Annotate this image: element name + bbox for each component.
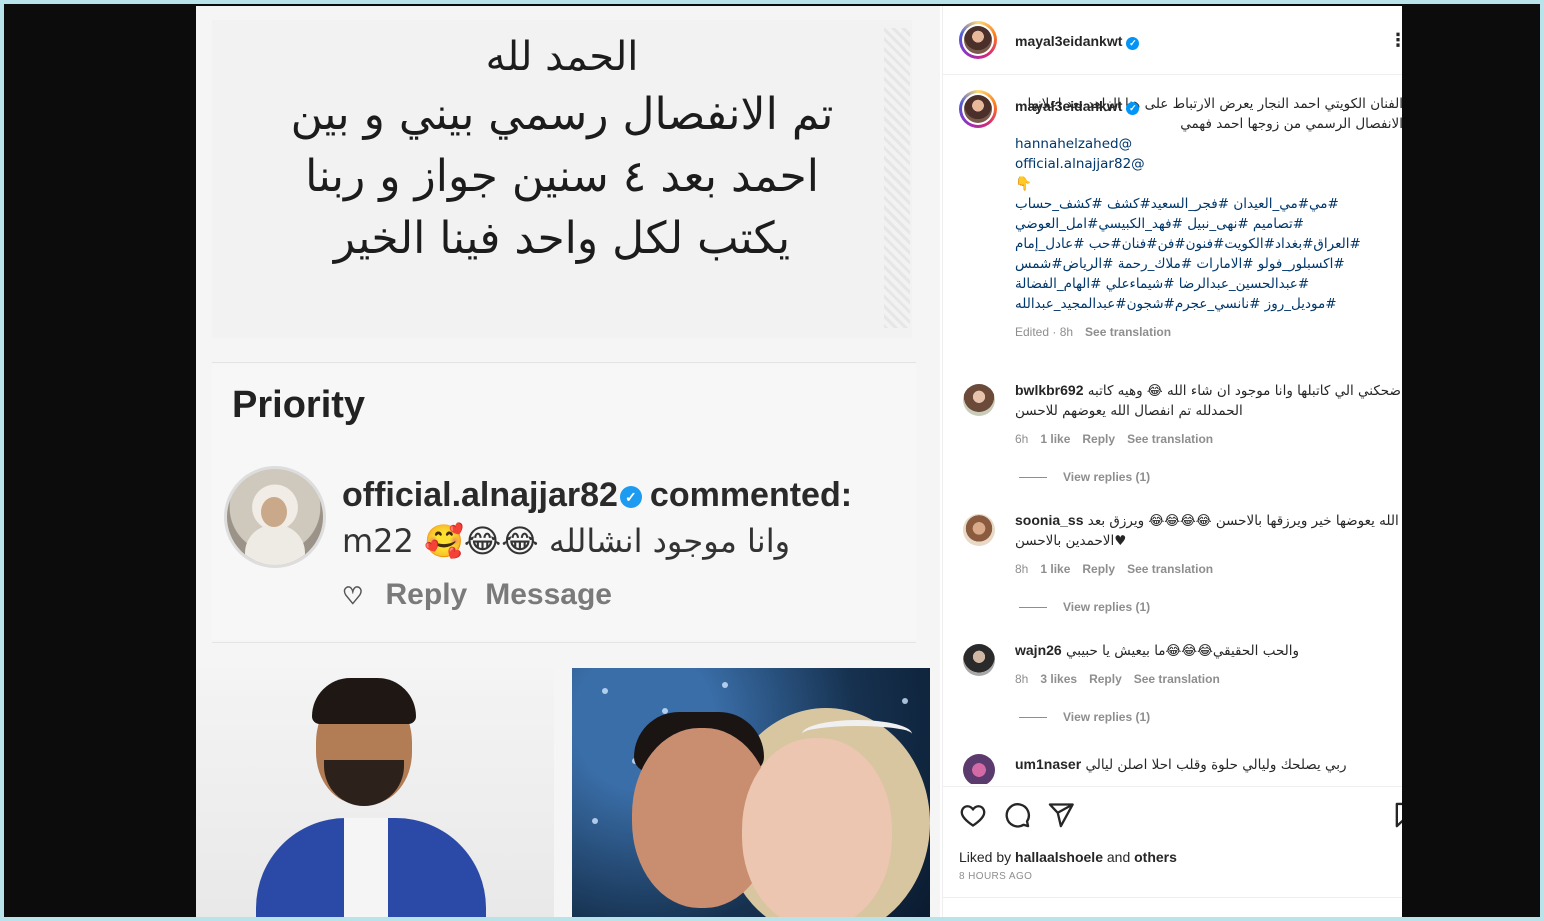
comment-time: 8h [1015, 562, 1029, 576]
comment-see-translation[interactable]: See translation [1127, 432, 1213, 446]
comment-meta: 8h 3 likes Reply See translation [1015, 672, 1232, 686]
comment-reply-button[interactable]: Reply [1082, 562, 1115, 576]
caption-meta: Edited · 8h See translation [1015, 322, 1402, 342]
comment-text: ربي يصلحك وليالي حلوة وقلب احلا اصلن ليا… [1085, 757, 1347, 773]
caption-username[interactable]: mayal3eidankwt ✓ [1015, 96, 1140, 116]
view-replies-button[interactable]: View replies (1) [1019, 600, 1150, 614]
comment-likes[interactable]: 1 like [1040, 562, 1070, 576]
comment-likes[interactable]: 3 likes [1040, 672, 1077, 686]
photo-man-blue-jacket [196, 668, 554, 917]
comment-body: wajn26 والحب الحقيقي😂😂😂ما بيعيش يا حبيبي [1015, 640, 1402, 661]
edited-time: Edited · 8h [1015, 325, 1074, 339]
comment-text: والحب الحقيقي😂😂😂ما بيعيش يا حبيبي [1066, 643, 1300, 659]
mention-official-alnajjar82[interactable]: official.alnajjar82@ [1015, 154, 1402, 174]
announcement-text-card: الحمد لله تم الانفصال رسمي بيني و بين اح… [212, 20, 912, 338]
comment-reply-button[interactable]: Reply [1082, 432, 1115, 446]
liked-by-text: Liked by hallaalshoele and others [959, 849, 1177, 865]
instagram-post-modal: الحمد لله تم الانفصال رسمي بيني و بين اح… [196, 6, 1402, 917]
heart-icon: ♡ [342, 583, 364, 610]
hashtag-line[interactable]: #اكسبلور_فولو #الامارات #ملاك_رحمة #الري… [1015, 254, 1402, 274]
verified-badge-icon: ✓ [1126, 102, 1140, 115]
announcement-line-1: الحمد لله [485, 34, 639, 80]
comment-body: soonia_ss الله يعوضها خير ويرزقها بالاحس… [1015, 510, 1402, 551]
notification-username: official.alnajjar82 [342, 476, 618, 514]
liked-by-user[interactable]: hallaalshoele [1015, 849, 1103, 865]
post-media[interactable]: الحمد لله تم الانفصال رسمي بيني و بين اح… [196, 6, 940, 917]
comment-meta: 6h 1 like Reply See translation [1015, 432, 1225, 446]
notification-actions: ♡ Reply Message [342, 578, 630, 612]
comment-username[interactable]: wajn26 [1015, 642, 1062, 658]
comment-reply-button[interactable]: Reply [1089, 672, 1122, 686]
comment-username[interactable]: bwlkbr692 [1015, 382, 1083, 398]
notification-comment: mوانا موجود انشالله 😂😂🥰 22 [342, 522, 791, 560]
comment-avatar[interactable] [963, 754, 995, 784]
pointing-down-emoji: 👇 [1015, 176, 1032, 192]
notification-action: commented: [649, 476, 853, 514]
hashtag-line[interactable]: #عبدالحسين_عبدالرضا #شيماءعلي #الهام_الف… [1015, 274, 1402, 294]
mention-hannahelzahed[interactable]: hannahelzahed@ [1015, 134, 1402, 154]
comment-username[interactable]: um1naser [1015, 756, 1081, 772]
comment-bubble-icon[interactable] [1003, 801, 1031, 829]
comment-avatar[interactable] [963, 644, 995, 676]
hashtag-line[interactable]: #تصاميم #نهى_نبيل #فهد_الكبيسي#امل_العوض… [1015, 214, 1402, 234]
save-bookmark-icon[interactable] [1391, 801, 1402, 829]
comment-avatar[interactable] [963, 514, 995, 546]
share-paper-plane-icon[interactable] [1047, 801, 1075, 829]
comment-time: 6h [1015, 432, 1029, 446]
comment-body: um1naser ربي يصلحك وليالي حلوة وقلب احلا… [1015, 754, 1402, 775]
header-username[interactable]: mayal3eidankwt ✓ [1015, 33, 1140, 50]
verified-badge-icon: ✓ [1126, 37, 1140, 50]
hashtag-line[interactable]: #موديل_روز #نانسي_عجرم#شجون#عبدالمجيد_عب… [1015, 294, 1402, 314]
liked-by-others[interactable]: others [1134, 849, 1177, 865]
announcement-line-3: احمد بعد ٤ سنين جواز و ربنا [305, 151, 819, 202]
comment-see-translation[interactable]: See translation [1127, 562, 1213, 576]
photo-couple-wedding [572, 668, 930, 917]
post-time-ago: 8 HOURS AGO [959, 871, 1033, 882]
hashtag-line[interactable]: #العراق#بغداد#الكويت#فنون#فن#فنان#حب #عا… [1015, 234, 1402, 254]
announcement-line-2: تم الانفصال رسمي بيني و بين [290, 89, 834, 140]
commenter-avatar [224, 466, 326, 568]
priority-heading: Priority [232, 384, 366, 426]
screenshot-frame: الحمد لله تم الانفصال رسمي بيني و بين اح… [4, 4, 1540, 917]
like-heart-icon[interactable] [959, 801, 987, 829]
verified-badge-icon: ✓ [619, 486, 642, 508]
caption-avatar[interactable] [959, 90, 997, 128]
view-replies-button[interactable]: View replies (1) [1019, 710, 1150, 724]
caption-body: mayal3eidankwt ✓ الفنان الكويتي احمد النج… [1015, 94, 1402, 342]
comment-username[interactable]: soonia_ss [1015, 512, 1083, 528]
add-comment-bar[interactable] [943, 897, 1402, 917]
more-options-icon[interactable]: ⋮ [1389, 30, 1402, 51]
comment-body: bwlkbr692 ضحكني الي كاتبلها وانا موجود ا… [1015, 380, 1402, 421]
view-replies-button[interactable]: View replies (1) [1019, 470, 1150, 484]
author-avatar[interactable] [959, 21, 997, 59]
caption-see-translation[interactable]: See translation [1085, 325, 1171, 339]
notification-header: official.alnajjar82 ✓ commented: [342, 476, 852, 515]
post-header: mayal3eidankwt ✓ ⋮ [943, 6, 1402, 75]
comment-avatar[interactable] [963, 384, 995, 416]
post-side-panel: mayal3eidankwt ✓ ⋮ mayal3eidankwt ✓ الفنان… [942, 6, 1402, 917]
notification-message: Message [485, 578, 612, 611]
comment-time: 8h [1015, 672, 1029, 686]
comment-item: um1naser ربي يصلحك وليالي حلوة وقلب احلا… [963, 754, 1402, 784]
divider [212, 362, 916, 363]
comment-see-translation[interactable]: See translation [1134, 672, 1220, 686]
hashtag-line[interactable]: #مي#مي_العيدان #فجر_السعيد#كشف #كشف_حساب [1015, 194, 1402, 214]
comment-likes[interactable]: 1 like [1040, 432, 1070, 446]
notification-reply: Reply [385, 578, 468, 611]
announcement-line-4: يكتب لكل واحد فينا الخير [333, 213, 791, 264]
post-actions: Liked by hallaalshoele and others 8 HOUR… [943, 786, 1402, 917]
comment-meta: 8h 1 like Reply See translation [1015, 562, 1225, 576]
divider [212, 642, 916, 643]
